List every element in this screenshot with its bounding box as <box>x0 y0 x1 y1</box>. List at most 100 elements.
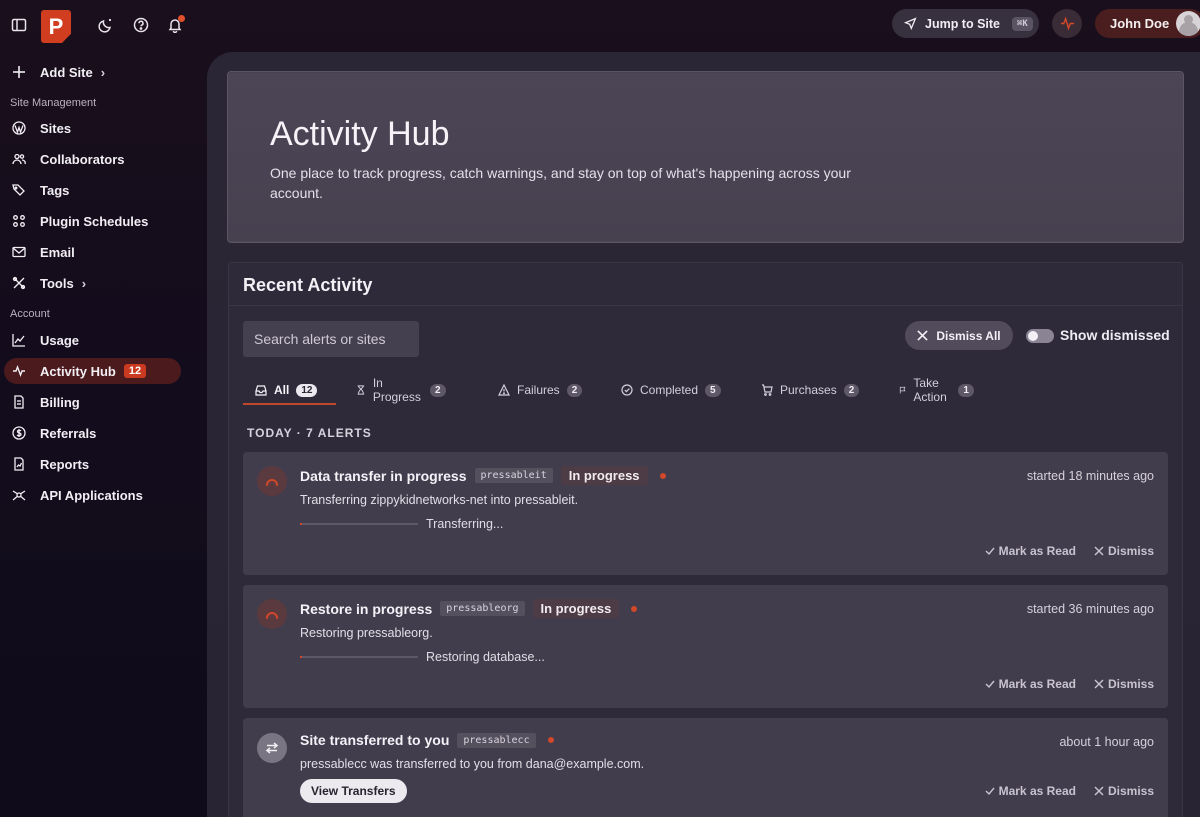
chart-icon <box>12 334 25 347</box>
tab-in-progress[interactable]: In Progress 2 <box>356 375 446 405</box>
mark-as-read-label: Mark as Read <box>998 784 1076 798</box>
tab-all[interactable]: All 12 <box>255 375 318 405</box>
tab-failures[interactable]: Failures 2 <box>498 375 583 405</box>
warning-icon <box>498 384 510 396</box>
alert-card-restore[interactable]: Restore in progress pressableorg In prog… <box>243 585 1168 708</box>
card-actions: Mark as Read Dismiss <box>985 784 1154 798</box>
activity-pulse-button[interactable] <box>1052 9 1082 38</box>
mark-as-read-button[interactable]: Mark as Read <box>985 544 1076 558</box>
site-chip[interactable]: pressablecc <box>457 732 536 748</box>
plus-icon <box>13 66 25 78</box>
mail-icon <box>12 246 26 258</box>
sidebar-item-label: Tags <box>40 182 70 198</box>
sidebar-item-sites[interactable]: Sites <box>4 115 181 141</box>
sidebar-toggle-icon[interactable] <box>8 14 30 36</box>
tab-count: 5 <box>705 383 721 397</box>
tab-label: All <box>274 383 290 397</box>
jump-to-site-button[interactable]: Jump to Site ⌘K <box>892 9 1039 38</box>
sidebar-item-label: Sites <box>40 120 72 136</box>
add-site-button[interactable]: Add Site › <box>4 59 181 85</box>
sidebar-item-label: Usage <box>40 332 80 348</box>
site-chip[interactable]: pressableorg <box>440 601 525 616</box>
grid-icon <box>13 215 25 227</box>
status-badge: In progress <box>532 599 620 618</box>
loading-spinner-icon <box>257 599 287 629</box>
loading-spinner-icon <box>257 466 287 496</box>
sidebar-item-plugin-schedules[interactable]: Plugin Schedules <box>4 208 181 234</box>
dismiss-all-button[interactable]: Dismiss All <box>905 321 1013 350</box>
tab-count: 2 <box>430 383 446 397</box>
tab-label: In Progress <box>372 376 421 404</box>
site-chip[interactable]: pressableit <box>474 468 553 483</box>
document-icon <box>14 395 24 409</box>
sidebar-item-activity-hub[interactable]: Activity Hub 12 <box>4 358 181 384</box>
alert-title: Site transferred to you <box>300 732 450 748</box>
notification-dot <box>178 15 185 22</box>
sidebar-item-collaborators[interactable]: Collaborators <box>4 146 181 172</box>
mark-as-read-button[interactable]: Mark as Read <box>985 677 1076 691</box>
search-input[interactable] <box>243 321 419 357</box>
sidebar-item-label: Billing <box>40 394 80 410</box>
sidebar-item-reports[interactable]: Reports <box>4 451 181 477</box>
dismiss-button[interactable]: Dismiss <box>1094 784 1154 798</box>
show-dismissed-label: Show dismissed <box>1060 327 1170 343</box>
navigation-arrow-icon <box>904 17 917 30</box>
user-name: John Doe <box>1110 16 1170 31</box>
unread-dot <box>547 737 554 743</box>
recent-activity-title: Recent Activity <box>243 275 373 295</box>
sidebar-item-tools[interactable]: Tools › <box>4 270 181 296</box>
user-menu-button[interactable]: John Doe <box>1095 9 1200 38</box>
view-transfers-button[interactable]: View Transfers <box>300 779 407 803</box>
sidebar-item-label: Activity Hub <box>40 363 116 379</box>
alert-description: Transferring zippykidnetworks-net into p… <box>300 493 579 507</box>
avatar <box>1176 11 1200 36</box>
dismiss-button[interactable]: Dismiss <box>1094 677 1154 691</box>
divider <box>229 305 1182 306</box>
api-icon <box>12 490 26 501</box>
check-icon <box>985 680 995 689</box>
page-title: Activity Hub <box>270 115 450 153</box>
jump-to-site-label: Jump to Site <box>925 16 1001 31</box>
tab-count: 12 <box>296 383 318 397</box>
sidebar: Add Site › Site Management Sites Collabo… <box>0 52 200 817</box>
card-header: Site transferred to you pressablecc <box>300 732 554 748</box>
alert-title: Data transfer in progress <box>300 467 467 484</box>
dismiss-button[interactable]: Dismiss <box>1094 544 1154 558</box>
tab-purchases[interactable]: Purchases 2 <box>761 375 860 405</box>
alert-title: Restore in progress <box>300 600 433 617</box>
tab-take-action[interactable]: Take Action 1 <box>899 375 974 405</box>
tab-label: Take Action <box>913 376 947 404</box>
theme-toggle-icon[interactable] <box>95 14 117 36</box>
close-icon <box>1094 786 1104 796</box>
pressable-logo[interactable]: P <box>41 10 71 43</box>
tab-completed[interactable]: Completed 5 <box>621 375 721 405</box>
alert-timestamp: started 18 minutes ago <box>1026 469 1154 483</box>
show-dismissed-toggle[interactable] <box>1026 329 1054 343</box>
sidebar-item-tags[interactable]: Tags <box>4 177 181 203</box>
sidebar-item-usage[interactable]: Usage <box>4 327 181 353</box>
progress-bar <box>300 523 418 525</box>
today-alerts-heading: TODAY · 7 ALERTS <box>247 426 372 440</box>
sidebar-item-label: Collaborators <box>40 151 125 167</box>
close-icon <box>917 330 929 341</box>
dismiss-all-label: Dismiss All <box>936 328 1001 343</box>
alert-card-site-transferred[interactable]: Site transferred to you pressablecc abou… <box>243 718 1168 817</box>
sidebar-item-email[interactable]: Email <box>4 239 181 265</box>
tab-label: Completed <box>640 383 699 397</box>
section-label-site-management: Site Management <box>10 97 97 109</box>
keyboard-shortcut: ⌘K <box>1012 16 1033 31</box>
notifications-bell-icon[interactable] <box>164 14 186 36</box>
alert-card-data-transfer[interactable]: Data transfer in progress pressableit In… <box>243 452 1168 575</box>
tab-count: 1 <box>958 383 974 397</box>
dollar-icon <box>12 426 26 440</box>
close-icon <box>1094 679 1104 689</box>
chevron-right-icon: › <box>100 64 106 80</box>
check-icon <box>985 547 995 556</box>
sidebar-item-referrals[interactable]: Referrals <box>4 420 181 446</box>
sidebar-item-api-applications[interactable]: API Applications <box>4 482 181 508</box>
mark-as-read-button[interactable]: Mark as Read <box>985 784 1076 798</box>
sidebar-item-billing[interactable]: Billing <box>4 389 181 415</box>
help-icon[interactable] <box>130 14 152 36</box>
tab-count: 2 <box>566 383 583 397</box>
card-actions: Mark as Read Dismiss <box>985 677 1154 691</box>
